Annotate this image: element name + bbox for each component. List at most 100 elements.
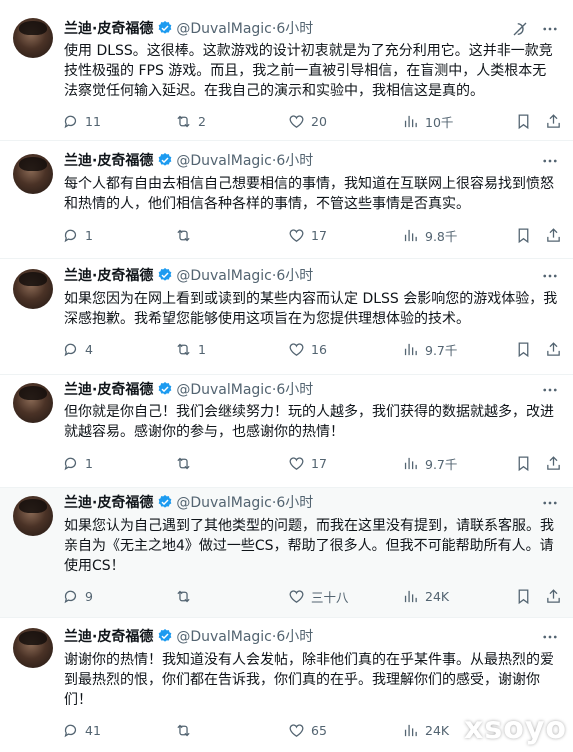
author-name[interactable]: 兰迪·皮奇福德	[64, 629, 153, 645]
retweet-button[interactable]	[175, 453, 198, 473]
retweet-button[interactable]	[175, 586, 198, 606]
retweet-icon	[177, 343, 190, 355]
like-button[interactable]: 17	[288, 225, 327, 245]
like-button[interactable]: 17	[288, 453, 327, 473]
reply-button[interactable]: 9	[62, 586, 93, 606]
reply-icon	[64, 724, 77, 737]
tweet-0[interactable]: 兰迪·皮奇福德 @DuvalMagic·6小时 使用 DLSS。这很棒。这款游戏的…	[0, 0, 573, 141]
share-button[interactable]	[545, 586, 562, 606]
avatar[interactable]	[13, 496, 53, 536]
views-button[interactable]: 9.7千	[402, 453, 457, 473]
author-handle[interactable]: @DuvalMagic	[176, 21, 272, 37]
share-icon	[547, 588, 560, 603]
bookmark-button[interactable]	[515, 111, 532, 131]
verified-badge-icon	[158, 495, 172, 508]
share-button[interactable]	[545, 339, 562, 359]
share-button[interactable]	[545, 111, 562, 131]
views-button[interactable]: 9.7千	[402, 339, 457, 359]
tweet-1[interactable]: 兰迪·皮奇福德 @DuvalMagic·6小时 每个人都有自由去相信自己想要相信的…	[0, 141, 573, 259]
tweet-3[interactable]: 兰迪·皮奇福德 @DuvalMagic·6小时 但你就是你自己！我们会继续努力！玩…	[0, 375, 573, 488]
share-icon	[547, 455, 560, 470]
bookmark-button[interactable]	[515, 453, 532, 473]
author-handle[interactable]: @DuvalMagic	[176, 495, 272, 511]
avatar[interactable]	[13, 383, 53, 423]
grok-icon[interactable]	[511, 20, 529, 38]
more-icon[interactable]	[541, 20, 559, 38]
retweet-icon	[177, 457, 190, 469]
share-button[interactable]	[545, 453, 562, 473]
reply-count: 4	[85, 341, 93, 357]
avatar[interactable]	[13, 18, 53, 58]
author-name[interactable]: 兰迪·皮奇福德	[64, 268, 153, 284]
more-icon[interactable]	[541, 628, 559, 646]
bookmark-button[interactable]	[515, 225, 532, 245]
like-button[interactable]: 20	[288, 111, 327, 131]
reply-icon	[64, 115, 77, 128]
tweet-header: 兰迪·皮奇福德 @DuvalMagic·6小时	[64, 152, 313, 170]
timestamp[interactable]: 6小时	[276, 495, 313, 511]
timestamp[interactable]: 6小时	[276, 629, 313, 645]
views-button[interactable]: 24K	[402, 586, 449, 606]
timestamp[interactable]: 6小时	[276, 21, 313, 37]
timestamp[interactable]: 6小时	[276, 268, 313, 284]
reply-button[interactable]: 11	[62, 111, 101, 131]
retweet-button[interactable]	[175, 225, 198, 245]
more-icon[interactable]	[541, 267, 559, 285]
reply-count: 11	[85, 113, 101, 129]
like-button[interactable]: 16	[288, 339, 327, 359]
retweet-icon	[177, 115, 190, 127]
author-name[interactable]: 兰迪·皮奇福德	[64, 382, 153, 398]
like-icon	[289, 456, 304, 470]
retweet-button[interactable]	[175, 720, 198, 740]
avatar[interactable]	[13, 628, 53, 668]
verified-badge-icon	[158, 382, 172, 395]
bookmark-icon	[518, 341, 529, 357]
author-name[interactable]: 兰迪·皮奇福德	[64, 21, 153, 37]
action-bar: 4 1 16 9.7千	[62, 339, 562, 359]
retweet-button[interactable]: 2	[175, 111, 206, 131]
share-button[interactable]	[545, 225, 562, 245]
like-icon	[289, 723, 304, 737]
avatar[interactable]	[13, 269, 53, 309]
views-count: 24K	[425, 722, 450, 738]
author-name[interactable]: 兰迪·皮奇福德	[64, 495, 153, 511]
retweet-button[interactable]: 1	[175, 339, 206, 359]
reply-button[interactable]: 1	[62, 453, 93, 473]
views-button[interactable]: 9.8千	[402, 225, 457, 245]
like-button[interactable]: 三十八	[288, 586, 349, 606]
tweet-text: 但你就是你自己！我们会继续努力！玩的人越多，我们获得的数据就越多，改进就越容易。…	[64, 404, 554, 440]
views-count: 9.7千	[425, 456, 458, 472]
more-icon[interactable]	[541, 381, 559, 399]
views-button[interactable]: 10千	[402, 111, 453, 131]
author-handle[interactable]: @DuvalMagic	[176, 153, 272, 169]
author-handle[interactable]: @DuvalMagic	[176, 268, 272, 284]
views-count: 24K	[425, 588, 450, 604]
reply-count: 9	[85, 588, 93, 604]
like-button[interactable]: 65	[288, 720, 327, 740]
reply-button[interactable]: 41	[62, 720, 101, 740]
more-icon[interactable]	[541, 152, 559, 170]
author-name[interactable]: 兰迪·皮奇福德	[64, 153, 153, 169]
tweet-2[interactable]: 兰迪·皮奇福德 @DuvalMagic·6小时 如果您因为在网上看到或读到的某些内…	[0, 259, 573, 375]
views-count: 9.8千	[425, 228, 458, 244]
bookmark-button[interactable]	[515, 339, 532, 359]
tweet-text: 如果您因为在网上看到或读到的某些内容而认定 DLSS 会影响您的游戏体验，我深感…	[64, 291, 558, 327]
like-icon	[289, 114, 304, 128]
bookmark-icon	[518, 113, 529, 129]
timestamp[interactable]: 6小时	[276, 382, 313, 398]
reply-icon	[64, 343, 77, 356]
author-handle[interactable]: @DuvalMagic	[176, 629, 272, 645]
reply-count: 1	[85, 227, 93, 243]
more-icon[interactable]	[541, 494, 559, 512]
bookmark-button[interactable]	[515, 586, 532, 606]
reply-icon	[64, 590, 77, 603]
reply-button[interactable]: 4	[62, 339, 93, 359]
views-button[interactable]: 24K	[402, 720, 449, 740]
tweet-4[interactable]: 兰迪·皮奇福德 @DuvalMagic·6小时 如果您认为自己遇到了其他类型的问题…	[0, 488, 573, 618]
timestamp[interactable]: 6小时	[276, 153, 313, 169]
avatar[interactable]	[13, 154, 53, 194]
like-count: 17	[311, 227, 327, 243]
author-handle[interactable]: @DuvalMagic	[176, 382, 272, 398]
tweet-header: 兰迪·皮奇福德 @DuvalMagic·6小时	[64, 267, 313, 285]
reply-button[interactable]: 1	[62, 225, 93, 245]
